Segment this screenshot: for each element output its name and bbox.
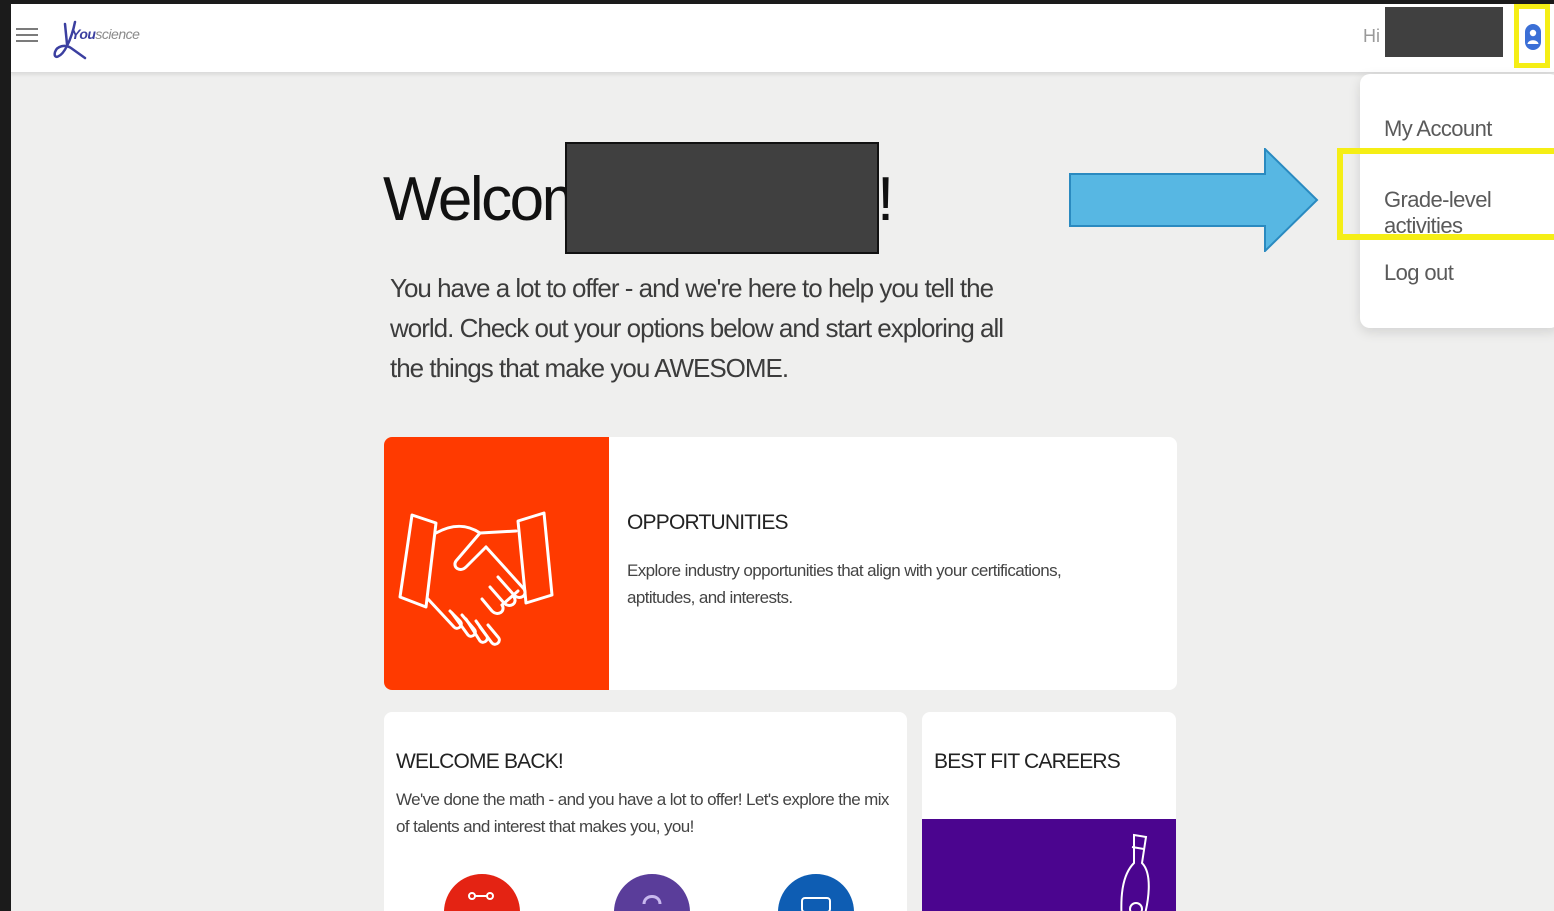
redacted-name xyxy=(565,142,879,254)
best-fit-careers-card[interactable]: BEST FIT CAREERS xyxy=(922,712,1176,911)
menu-item-log-out[interactable]: Log out xyxy=(1384,260,1454,286)
aptitude-icon xyxy=(444,874,520,911)
redacted-username xyxy=(1385,7,1503,57)
greeting-text: Hi xyxy=(1363,26,1380,46)
welcome-exclamation: ! xyxy=(877,165,895,234)
interest-glyph-icon xyxy=(642,895,662,905)
user-icon xyxy=(1525,24,1541,50)
career-icon xyxy=(778,874,854,911)
best-fit-careers-image xyxy=(922,819,1176,911)
app-frame: Youscience Hi My Account Grade-level act… xyxy=(11,4,1554,911)
youscience-logo[interactable]: Youscience xyxy=(51,18,151,68)
network-nodes-icon xyxy=(468,892,494,900)
bottle-icon xyxy=(1120,833,1150,911)
user-avatar-button[interactable] xyxy=(1514,4,1550,68)
top-bar: Youscience Hi xyxy=(11,4,1554,73)
pointer-arrow-icon xyxy=(1069,148,1319,252)
logo-text: Youscience xyxy=(71,26,140,42)
opportunities-description: Explore industry opportunities that alig… xyxy=(627,561,1062,607)
hamburger-menu-icon[interactable] xyxy=(16,24,38,48)
intro-text: You have a lot to offer - and we're here… xyxy=(390,273,1004,383)
menu-item-my-account[interactable]: My Account xyxy=(1384,116,1492,142)
opportunities-title: OPPORTUNITIES xyxy=(627,511,789,534)
welcome-back-description: We've done the math - and you have a lot… xyxy=(396,790,889,836)
best-fit-careers-title: BEST FIT CAREERS xyxy=(934,750,1121,773)
opportunities-image xyxy=(384,437,609,690)
welcome-back-title: WELCOME BACK! xyxy=(396,750,564,773)
highlight-box xyxy=(1337,148,1554,240)
handshake-icon xyxy=(398,511,554,646)
briefcase-icon xyxy=(801,897,831,911)
welcome-back-card[interactable]: WELCOME BACK! We've done the math - and … xyxy=(384,712,907,911)
opportunities-card[interactable]: OPPORTUNITIES Explore industry opportuni… xyxy=(384,437,1177,690)
interest-icon xyxy=(614,874,690,911)
